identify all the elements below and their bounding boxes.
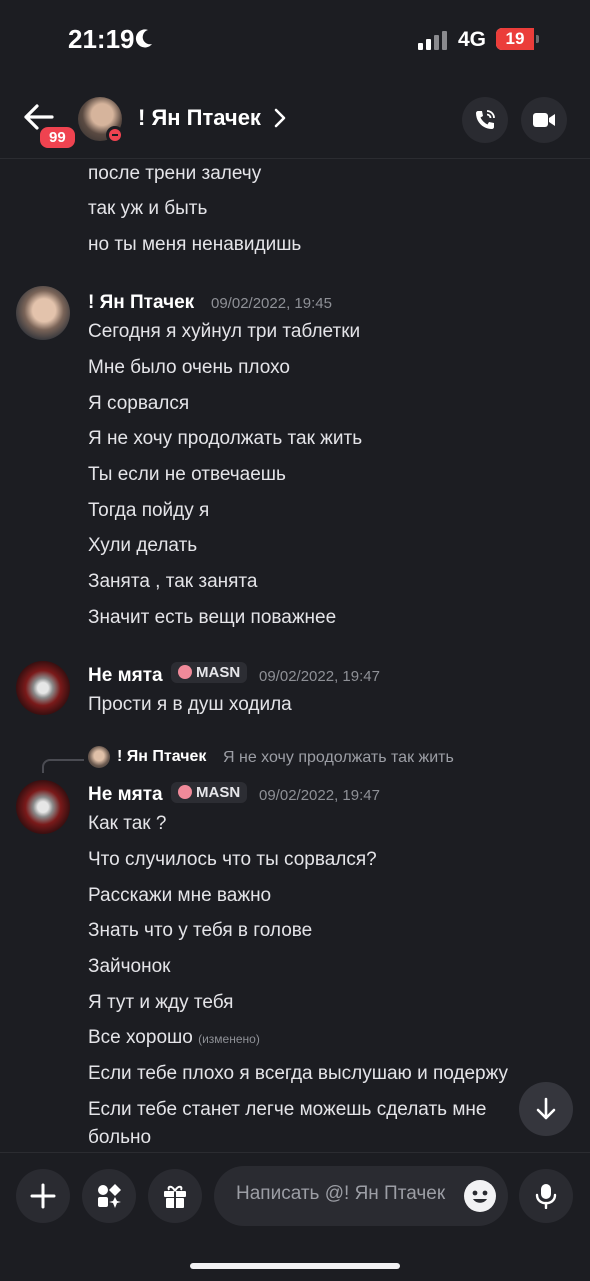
apps-button[interactable] — [82, 1169, 136, 1223]
phone-call-icon — [476, 110, 495, 129]
message-line: Хули делать — [88, 535, 198, 556]
chevron-right-icon[interactable] — [274, 108, 286, 128]
message-text: Все хорошо — [88, 1027, 193, 1048]
message-line: Занята , так занята — [88, 571, 258, 592]
reply-avatar — [88, 746, 110, 768]
jump-to-bottom-button[interactable] — [519, 1082, 573, 1136]
message-author[interactable]: Не мята — [88, 784, 163, 806]
avatar[interactable] — [16, 286, 70, 340]
message-line: Если тебе плохо я всегда выслушаю и поде… — [88, 1063, 509, 1084]
status-bar: 21:19 4G 19 — [0, 0, 590, 80]
message-timestamp: 09/02/2022, 19:45 — [211, 295, 332, 312]
message-line: Значит есть вещи поважнее — [88, 607, 337, 628]
network-type: 4G — [458, 28, 487, 51]
role-tag[interactable]: MASN — [171, 662, 248, 683]
unread-badge: 99 — [37, 124, 78, 151]
reply-connector — [42, 759, 84, 773]
video-call-button[interactable] — [521, 97, 567, 143]
video-camera-icon — [533, 113, 555, 127]
message-line: Что случилось что ты сорвался? — [88, 849, 377, 870]
message-composer — [0, 1152, 590, 1281]
skull-icon — [178, 665, 192, 679]
battery-indicator: 19 — [496, 28, 534, 50]
message-line: Расскажи мне важно — [88, 885, 272, 906]
message-line: Я не хочу продолжать так жить — [88, 428, 363, 449]
message-timestamp: 09/02/2022, 19:47 — [259, 668, 380, 685]
message-line: Тогда пойду я — [88, 500, 210, 521]
gift-button[interactable] — [148, 1169, 202, 1223]
voice-call-button[interactable] — [462, 97, 508, 143]
signal-icon — [418, 31, 447, 50]
edited-label: (изменено) — [198, 1032, 260, 1046]
message-timestamp: 09/02/2022, 19:47 — [259, 787, 380, 804]
message-line: Знать что у тебя в голове — [88, 920, 313, 941]
message-line: Прости я в душ ходила — [88, 694, 292, 715]
message-line: больно — [88, 1127, 152, 1148]
emoji-icon[interactable] — [464, 1180, 496, 1212]
battery-tip — [536, 35, 539, 43]
message-line: но ты меня ненавидишь — [88, 234, 302, 255]
message-line: Я сорвался — [88, 393, 190, 414]
home-indicator — [190, 1263, 400, 1269]
message-author[interactable]: Не мята — [88, 665, 163, 687]
apps-icon — [98, 1184, 121, 1208]
gift-icon — [164, 1185, 186, 1208]
role-label: MASN — [196, 664, 241, 681]
skull-icon — [178, 785, 192, 799]
message-line: так уж и быть — [88, 198, 208, 219]
message-list[interactable]: после трени залечу так уж и быть но ты м… — [0, 158, 590, 1152]
message-line: Все хорошо (изменено) — [88, 1027, 260, 1049]
voice-message-button[interactable] — [519, 1169, 573, 1223]
moon-icon — [135, 29, 152, 48]
reply-preview[interactable]: Я не хочу продолжать так жить — [223, 749, 454, 767]
attach-button[interactable] — [16, 1169, 70, 1223]
message-line: Как так ? — [88, 813, 167, 834]
message-line: после трени залечу — [88, 163, 262, 184]
role-label: MASN — [196, 784, 241, 801]
microphone-icon — [535, 1184, 557, 1209]
message-input-container[interactable] — [214, 1166, 508, 1226]
arrow-down-icon — [536, 1097, 556, 1120]
avatar[interactable] — [16, 780, 70, 834]
message-line: Зайчонок — [88, 956, 171, 977]
reply-author[interactable]: ! Ян Птачек — [117, 748, 206, 766]
message-input[interactable] — [234, 1182, 460, 1206]
message-line: Я тут и жду тебя — [88, 992, 234, 1013]
avatar[interactable] — [16, 661, 70, 715]
message-line: Сегодня я хуйнул три таблетки — [88, 321, 361, 342]
role-tag[interactable]: MASN — [171, 782, 248, 803]
message-line: Ты если не отвечаешь — [88, 464, 286, 485]
dnd-status-icon — [106, 126, 124, 144]
message-author[interactable]: ! Ян Птачек — [88, 292, 194, 314]
chat-header: 99 ! Ян Птачек — [0, 80, 590, 159]
channel-name[interactable]: ! Ян Птачек — [138, 105, 261, 131]
message-line: Мне было очень плохо — [88, 357, 290, 378]
battery-level: 19 — [505, 29, 525, 48]
status-time: 21:19 — [68, 24, 135, 54]
plus-icon — [30, 1183, 56, 1209]
message-line: Если тебе станет легче можешь сделать мн… — [88, 1099, 487, 1120]
